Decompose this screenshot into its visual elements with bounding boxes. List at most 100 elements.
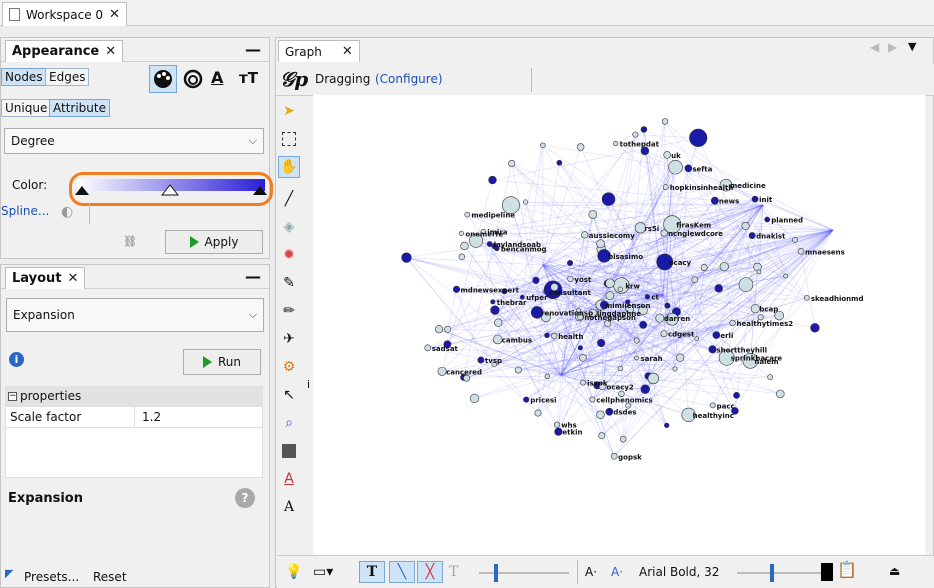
scroll-left-icon[interactable]: ◀ [870, 40, 879, 54]
graph-node[interactable] [644, 294, 651, 300]
graph-node[interactable] [675, 353, 685, 362]
graph-node[interactable] [488, 175, 497, 185]
graph-node[interactable] [605, 278, 615, 289]
run-button[interactable]: Run [183, 349, 261, 375]
presets-button[interactable]: Presets... [24, 570, 79, 584]
graph-node[interactable] [729, 319, 736, 327]
graph-node[interactable] [647, 372, 659, 385]
graph-node[interactable] [544, 332, 550, 339]
label-color-icon[interactable]: A [211, 68, 223, 87]
graph-node[interactable] [452, 285, 461, 293]
graph-node[interactable] [437, 366, 447, 376]
graph-node[interactable] [508, 159, 516, 168]
edge-weight-slider[interactable] [479, 572, 569, 574]
properties-header[interactable]: − properties [5, 386, 263, 406]
graph-node[interactable] [797, 248, 805, 255]
graph-node[interactable] [424, 344, 432, 352]
graph-tab[interactable]: Graph ✕ [278, 40, 360, 62]
graph-node[interactable] [458, 230, 464, 236]
graph-node[interactable] [544, 373, 550, 379]
edge-color-icon[interactable]: ╳ [417, 561, 443, 583]
graph-node[interactable] [610, 452, 618, 460]
graph-node[interactable] [810, 323, 820, 333]
select-pointer-icon[interactable]: ➤ [278, 100, 300, 122]
color-palette-button[interactable] [149, 65, 177, 93]
brush-icon[interactable]: ╱ [278, 188, 300, 210]
graph-node[interactable] [714, 284, 723, 293]
graph-node[interactable] [664, 302, 671, 309]
apply-button[interactable]: Apply [165, 230, 263, 254]
graph-node[interactable] [598, 432, 606, 440]
graph-node[interactable] [694, 336, 700, 342]
attribute-tab[interactable]: Attribute [49, 99, 110, 117]
graph-node[interactable] [576, 143, 585, 151]
graph-node[interactable] [577, 345, 583, 351]
graph-node[interactable] [664, 422, 670, 428]
graph-node[interactable] [605, 407, 614, 416]
graph-node[interactable] [617, 365, 623, 372]
graph-node[interactable] [460, 241, 469, 251]
graph-node[interactable] [660, 330, 668, 338]
font-decrease-icon[interactable]: A· [585, 565, 597, 579]
text-icon[interactable]: T [449, 561, 458, 583]
help-icon[interactable]: ? [235, 488, 255, 508]
scale-factor-row[interactable]: Scale factor 1.2 [5, 406, 263, 428]
graph-node[interactable] [691, 276, 699, 284]
graph-node[interactable] [553, 421, 561, 428]
graph-node[interactable] [523, 199, 529, 205]
graph-node[interactable] [556, 159, 563, 166]
graph-node[interactable] [435, 325, 444, 334]
graph-node[interactable] [613, 141, 619, 147]
graph-node[interactable] [490, 305, 500, 315]
graph-node[interactable] [596, 239, 605, 249]
lightbulb-icon[interactable]: 💡 [285, 561, 302, 583]
graph-node[interactable] [663, 151, 671, 159]
graph-node[interactable] [804, 295, 810, 301]
reset-button[interactable]: Reset [93, 570, 127, 584]
graph-node[interactable] [444, 325, 452, 333]
graph-node[interactable] [738, 277, 754, 292]
label-size-slider[interactable] [737, 572, 823, 574]
graph-node[interactable] [477, 356, 485, 364]
pointer-help-icon[interactable]: ↖ [278, 384, 300, 406]
graph-node[interactable] [567, 259, 574, 266]
graph-node[interactable] [708, 345, 717, 354]
graph-node[interactable] [783, 273, 789, 279]
graph-node[interactable] [733, 391, 740, 399]
graph-node[interactable] [668, 160, 683, 175]
show-labels-icon[interactable]: T [359, 561, 385, 583]
graph-node[interactable] [751, 195, 759, 203]
graph-node[interactable] [601, 192, 616, 206]
drag-hand-icon[interactable]: ✋ [278, 156, 300, 178]
graph-canvas[interactable]: mdnewsexpert tvsp laylandsoab mimiienson aus… [313, 95, 925, 555]
configure-link[interactable]: (Configure) [375, 72, 443, 86]
label-color-icon[interactable]: A [278, 468, 300, 490]
graph-node[interactable] [401, 252, 412, 263]
graph-node[interactable] [684, 164, 693, 173]
graph-node[interactable] [710, 196, 719, 205]
close-icon[interactable]: ✕ [109, 7, 120, 22]
graph-node[interactable] [596, 410, 605, 420]
zoom-icon[interactable]: ⌕ [278, 412, 300, 434]
unique-tab[interactable]: Unique [1, 99, 52, 117]
graph-node[interactable] [617, 286, 623, 293]
minimize-icon[interactable]: — [245, 267, 261, 286]
graph-node[interactable] [581, 231, 589, 239]
label-size-icon[interactable]: тT [239, 69, 258, 87]
clipboard-icon[interactable]: 📋 [837, 560, 857, 579]
graph-node[interactable] [750, 304, 760, 314]
graph-node[interactable] [469, 393, 480, 403]
graph-node[interactable] [534, 409, 542, 417]
attribute-dropdown[interactable]: Degree ⌵ [4, 128, 264, 154]
graph-node[interactable] [634, 355, 639, 361]
graph-node[interactable] [494, 318, 503, 327]
diamond-icon[interactable]: ◈ [278, 216, 300, 238]
workspace-tab[interactable]: Workspace 0 ✕ [2, 2, 127, 26]
graph-node[interactable] [579, 354, 587, 362]
edge-pencil-icon[interactable]: ✏ [278, 300, 300, 322]
collapse-icon[interactable]: − [8, 391, 17, 401]
close-icon[interactable]: ✕ [342, 44, 353, 59]
gradient-stops[interactable] [75, 184, 269, 196]
pencil-icon[interactable]: ✎ [278, 272, 300, 294]
font-button[interactable]: Arial Bold, 32 [639, 565, 719, 579]
